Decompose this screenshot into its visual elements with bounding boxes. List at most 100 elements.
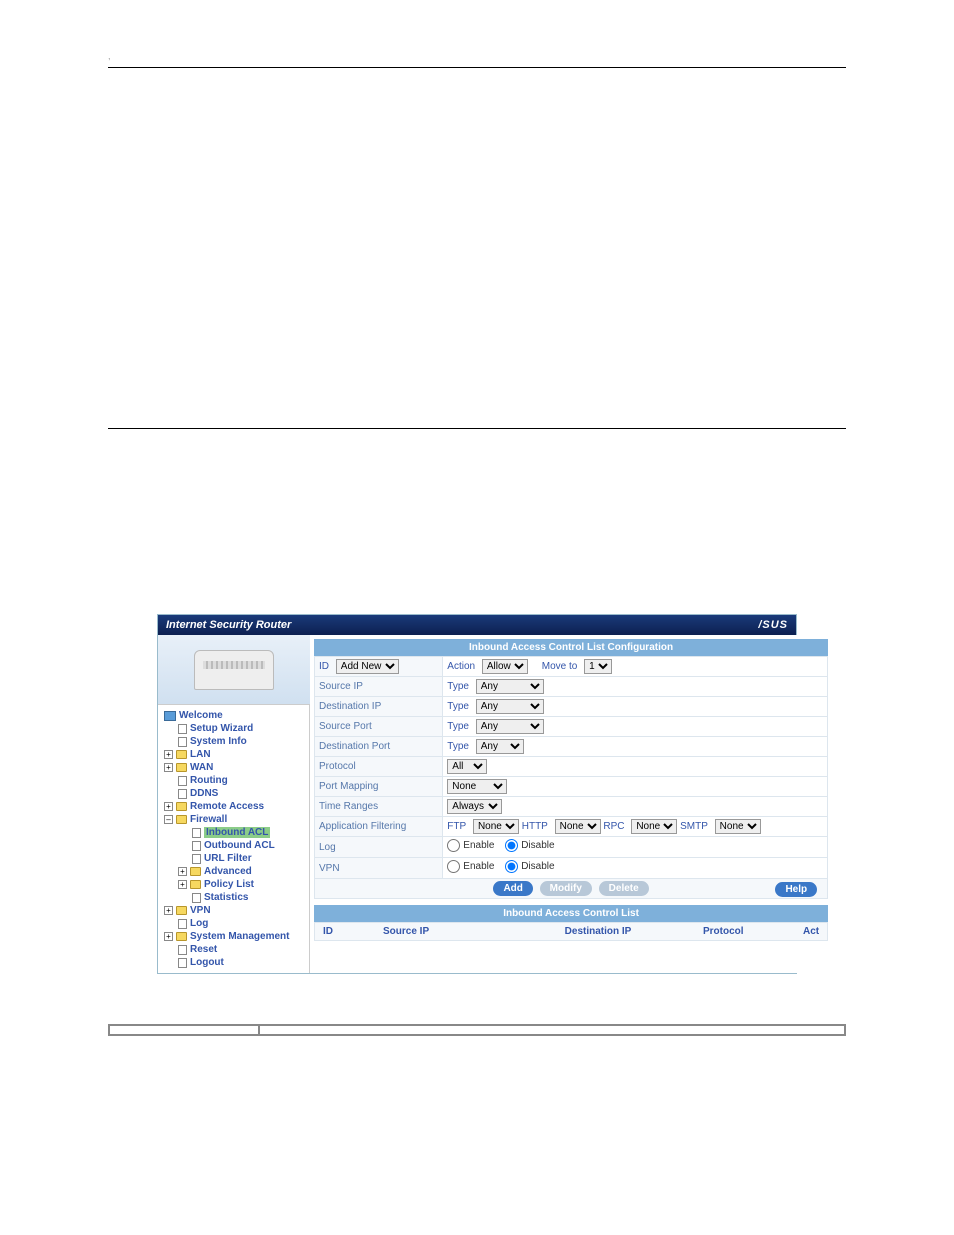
src-ip-label: Source IP [315, 677, 443, 697]
nav-reset[interactable]: Reset [160, 943, 307, 956]
nav-log-label[interactable]: Log [190, 918, 208, 929]
dst-port-type-select[interactable]: Any [476, 739, 524, 754]
expand-icon[interactable]: + [164, 906, 173, 915]
nav-tree: Welcome Setup Wizard System Info + LAN [158, 705, 309, 973]
move-select[interactable]: 1 [584, 659, 612, 674]
type-label: Type [447, 741, 469, 752]
nav-inbound-acl-label[interactable]: Inbound ACL [204, 827, 270, 838]
page-icon [178, 945, 187, 955]
header-punct: , [108, 51, 111, 61]
nav-ddns-label[interactable]: DDNS [190, 788, 218, 799]
time-ranges-select[interactable]: Always [447, 799, 502, 814]
nav-logout[interactable]: Logout [160, 956, 307, 969]
horizontal-rule [108, 428, 846, 429]
nav-policy-list[interactable]: + Policy List [160, 878, 307, 891]
nav-vpn-label[interactable]: VPN [190, 905, 211, 916]
nav-remote-access[interactable]: + Remote Access [160, 800, 307, 813]
expand-icon[interactable]: + [164, 802, 173, 811]
type-label: Type [447, 721, 469, 732]
nav-lan-label[interactable]: LAN [190, 749, 211, 760]
rpc-label: RPC [603, 821, 624, 832]
router-config-window: Internet Security Router /SUS Welcome Se… [157, 614, 797, 974]
nav-outbound-acl-label[interactable]: Outbound ACL [204, 840, 275, 851]
router-device-image [158, 635, 310, 705]
nav-routing-label[interactable]: Routing [190, 775, 228, 786]
app-filtering-label: Application Filtering [315, 817, 443, 837]
expand-icon[interactable]: + [178, 880, 187, 889]
nav-routing[interactable]: Routing [160, 774, 307, 787]
panel-title: Inbound Access Control List Configuratio… [314, 639, 828, 656]
http-select[interactable]: None [555, 819, 601, 834]
nav-system-mgmt[interactable]: + System Management [160, 930, 307, 943]
log-label: Log [315, 837, 443, 858]
nav-wan-label[interactable]: WAN [190, 762, 213, 773]
nav-statistics[interactable]: Statistics [160, 891, 307, 904]
welcome-icon [164, 711, 176, 721]
vpn-disable-radio[interactable] [505, 860, 518, 873]
page-icon [178, 958, 187, 968]
vpn-label: VPN [315, 858, 443, 879]
protocol-select[interactable]: All [447, 759, 487, 774]
nav-system-info[interactable]: System Info [160, 735, 307, 748]
nav-outbound-acl[interactable]: Outbound ACL [160, 839, 307, 852]
nav-firewall-label[interactable]: Firewall [190, 814, 227, 825]
nav-welcome[interactable]: Welcome [160, 709, 307, 722]
page-icon [192, 854, 201, 864]
nav-setup-wizard-label[interactable]: Setup Wizard [190, 723, 253, 734]
vpn-enable-radio[interactable] [447, 860, 460, 873]
nav-policy-list-label[interactable]: Policy List [204, 879, 254, 890]
type-label: Type [447, 681, 469, 692]
rpc-select[interactable]: None [631, 819, 677, 834]
src-ip-type-select[interactable]: Any [476, 679, 544, 694]
log-disable-radio[interactable] [505, 839, 518, 852]
src-port-type-select[interactable]: Any [476, 719, 544, 734]
action-select[interactable]: Allow [482, 659, 528, 674]
expand-icon[interactable]: + [164, 932, 173, 941]
disable-label: Disable [521, 840, 554, 851]
nav-inbound-acl[interactable]: Inbound ACL [160, 826, 307, 839]
nav-advanced-label[interactable]: Advanced [204, 866, 252, 877]
page-icon [178, 919, 187, 929]
collapse-icon[interactable]: – [164, 815, 173, 824]
nav-lan[interactable]: + LAN [160, 748, 307, 761]
add-button[interactable]: Add [493, 881, 532, 896]
folder-icon [176, 802, 187, 811]
nav-firewall[interactable]: – Firewall [160, 813, 307, 826]
nav-welcome-label[interactable]: Welcome [179, 710, 223, 721]
sidebar: Welcome Setup Wizard System Info + LAN [158, 635, 310, 973]
nav-ddns[interactable]: DDNS [160, 787, 307, 800]
nav-remote-access-label[interactable]: Remote Access [190, 801, 264, 812]
port-mapping-select[interactable]: None [447, 779, 507, 794]
nav-reset-label[interactable]: Reset [190, 944, 217, 955]
router-window-header: Internet Security Router /SUS [158, 615, 796, 635]
id-label: ID [319, 661, 329, 672]
page-icon [192, 841, 201, 851]
type-label: Type [447, 701, 469, 712]
acl-col-act: Act [803, 926, 819, 937]
nav-logout-label[interactable]: Logout [190, 957, 224, 968]
log-enable-radio[interactable] [447, 839, 460, 852]
expand-icon[interactable]: + [164, 750, 173, 759]
help-button[interactable]: Help [775, 882, 817, 897]
page-icon [178, 789, 187, 799]
nav-vpn[interactable]: + VPN [160, 904, 307, 917]
expand-icon[interactable]: + [164, 763, 173, 772]
nav-url-filter[interactable]: URL Filter [160, 852, 307, 865]
nav-setup-wizard[interactable]: Setup Wizard [160, 722, 307, 735]
dst-ip-type-select[interactable]: Any [476, 699, 544, 714]
main-panel: Inbound Access Control List Configuratio… [310, 635, 832, 973]
page-icon [192, 893, 201, 903]
param-desc-header [259, 1025, 845, 1035]
nav-statistics-label[interactable]: Statistics [204, 892, 248, 903]
nav-log[interactable]: Log [160, 917, 307, 930]
folder-icon [190, 880, 201, 889]
nav-advanced[interactable]: + Advanced [160, 865, 307, 878]
expand-icon[interactable]: + [178, 867, 187, 876]
id-select[interactable]: Add New [336, 659, 399, 674]
nav-wan[interactable]: + WAN [160, 761, 307, 774]
nav-system-mgmt-label[interactable]: System Management [190, 931, 289, 942]
nav-url-filter-label[interactable]: URL Filter [204, 853, 252, 864]
smtp-select[interactable]: None [715, 819, 761, 834]
nav-system-info-label[interactable]: System Info [190, 736, 247, 747]
ftp-select[interactable]: None [473, 819, 519, 834]
